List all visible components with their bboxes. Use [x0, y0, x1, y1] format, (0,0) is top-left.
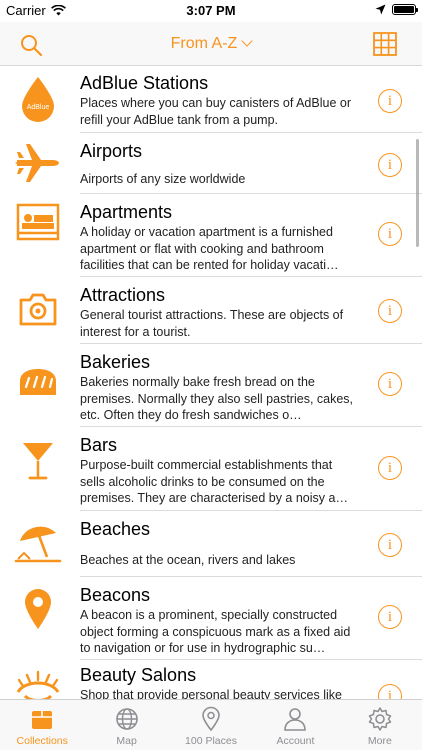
row-title: Bars [80, 435, 118, 455]
nav-bar: From A-Z [0, 22, 422, 66]
row-title: Apartments [80, 202, 173, 222]
row-title: Beauty Salons [80, 665, 197, 685]
tab-label: Collections [16, 735, 68, 747]
row-description: Purpose-built commercial establishments … [80, 458, 348, 506]
status-time: 3:07 PM [186, 3, 236, 18]
tab-more[interactable]: More [338, 700, 422, 750]
row-description: Shop that provide personal beauty servic… [80, 688, 342, 699]
info-icon[interactable]: i [378, 299, 402, 323]
row-title: Attractions [80, 285, 166, 305]
list-item[interactable]: Beauty Salons Shop that provide personal… [0, 660, 422, 699]
list-item[interactable]: Bars Purpose-built commercial establishm… [0, 427, 422, 511]
info-icon[interactable]: i [378, 684, 402, 699]
row-description: A beacon is a prominent, specially const… [80, 608, 351, 656]
tab-map[interactable]: Map [84, 700, 168, 750]
box-icon [32, 711, 53, 729]
info-icon[interactable]: i [378, 153, 402, 177]
list-item[interactable]: Attractions General tourist attractions.… [0, 277, 422, 344]
list-item[interactable]: Bakeries Bakeries normally bake fresh br… [0, 344, 422, 427]
tab-collections[interactable]: Collections [0, 700, 84, 750]
tab-label: Map [116, 735, 137, 747]
info-icon[interactable]: i [378, 89, 402, 113]
info-icon[interactable]: i [378, 456, 402, 480]
info-icon[interactable]: i [378, 372, 402, 396]
bed-icon [14, 198, 62, 246]
camera-icon [14, 285, 62, 333]
collections-list[interactable]: AdBlue AdBlue Stations Places where you … [0, 67, 422, 699]
row-description: A holiday or vacation apartment is a fur… [80, 225, 339, 273]
status-right [375, 4, 418, 15]
row-description: Bakeries normally bake fresh bread on th… [80, 375, 354, 423]
info-icon[interactable]: i [378, 533, 402, 557]
list-item[interactable]: AdBlue AdBlue Stations Places where you … [0, 67, 422, 133]
tab-label: 100 Places [185, 735, 237, 747]
globe-icon [115, 708, 138, 730]
row-description: Airports of any size worldwide [80, 172, 246, 186]
location-arrow-icon [375, 4, 386, 15]
list-item[interactable]: Airports Airports of any size worldwide … [0, 133, 422, 194]
adblue-drop-icon: AdBlue [14, 75, 62, 123]
row-title: Airports [80, 141, 143, 161]
list-item[interactable]: Beaches Beaches at the ocean, rivers and… [0, 511, 422, 577]
list-item[interactable]: Beacons A beacon is a prominent, special… [0, 577, 422, 660]
person-icon [284, 708, 307, 731]
status-bar: Carrier 3:07 PM [0, 0, 422, 22]
row-description: Beaches at the ocean, rivers and lakes [80, 553, 296, 567]
cocktail-glass-icon [14, 437, 62, 485]
list-item[interactable]: Apartments A holiday or vacation apartme… [0, 194, 422, 277]
row-title: Beaches [80, 519, 151, 539]
tab-label: More [367, 735, 392, 747]
airplane-icon [14, 139, 62, 187]
row-description: General tourist attractions. These are o… [80, 308, 344, 339]
beach-umbrella-icon [14, 519, 62, 567]
tab-account[interactable]: Account [253, 700, 337, 750]
row-title: Beacons [80, 585, 151, 605]
eye-lashes-icon [14, 662, 62, 699]
battery-icon [392, 4, 418, 15]
info-icon[interactable]: i [378, 605, 402, 629]
bread-icon [14, 358, 62, 406]
map-pin-icon [202, 706, 220, 732]
scrollbar[interactable] [416, 139, 419, 247]
info-icon[interactable]: i [378, 222, 402, 246]
row-title: AdBlue Stations [80, 73, 209, 93]
chevron-down-icon [241, 35, 253, 47]
map-pin-icon [14, 585, 62, 633]
row-title: Bakeries [80, 352, 151, 372]
tab-bar: Collections Map 100 Places Account More [0, 699, 422, 750]
sort-label: From A-Z [170, 35, 238, 52]
gear-icon [368, 707, 392, 731]
sort-dropdown[interactable]: From A-Z [0, 35, 422, 53]
adblue-drop-label: AdBlue [27, 104, 50, 111]
tab-100-places[interactable]: 100 Places [169, 700, 253, 750]
tab-label: Account [276, 735, 315, 747]
row-description: Places where you can buy canisters of Ad… [80, 96, 351, 127]
grid-icon[interactable] [372, 31, 398, 57]
